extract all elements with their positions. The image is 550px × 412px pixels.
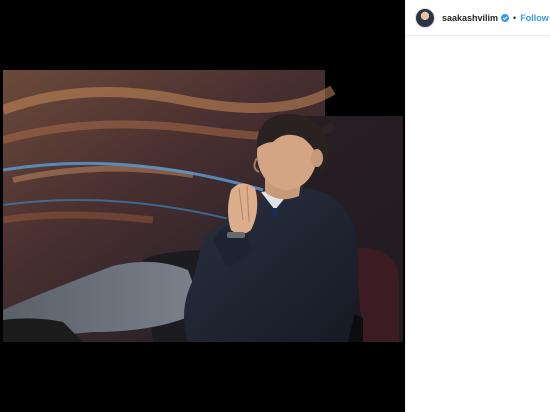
profile-avatar[interactable]: [415, 7, 435, 28]
instagram-post: saakashvilim • Follow: [0, 0, 550, 412]
post-sidebar: saakashvilim • Follow: [405, 0, 550, 412]
post-photo[interactable]: [3, 70, 403, 342]
verified-badge-icon: [501, 13, 510, 22]
username-link[interactable]: saakashvilim: [442, 13, 498, 23]
follow-button[interactable]: Follow: [520, 13, 549, 23]
post-photo-image: [3, 70, 403, 342]
post-header: saakashvilim • Follow: [406, 0, 550, 36]
separator-dot: •: [513, 12, 517, 23]
post-media: [0, 0, 405, 412]
